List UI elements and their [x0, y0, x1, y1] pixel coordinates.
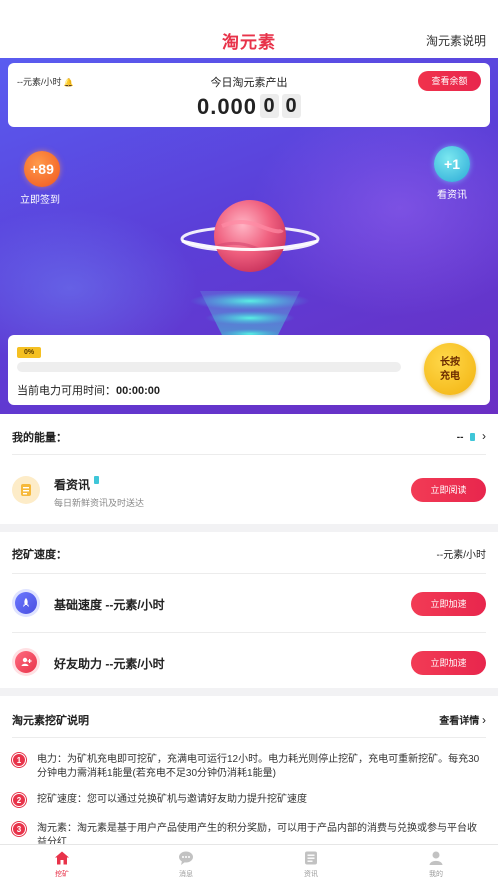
bottom-tab-bar: 挖矿 消息 资讯 我的 [0, 844, 498, 884]
tab-mining[interactable]: 挖矿 [32, 849, 92, 879]
chat-icon [156, 849, 216, 867]
page-title: 淘元素 [222, 33, 276, 52]
energy-value[interactable]: -- › [457, 429, 486, 443]
news-badge[interactable]: +1 [434, 146, 470, 182]
explain-title: 淘元素挖矿说明 [12, 715, 89, 727]
speed-section: 挖矿速度： --元素/小时 基础速度 --元素/小时 立即加速 好友助力 --元… [0, 532, 498, 688]
tab-label: 资讯 [304, 871, 318, 878]
power-progress-bar [17, 362, 401, 372]
mining-hero: --元素/小时 🔔 今日淘元素产出 0.000 0 0 查看余额 +89 立即签到 +… [0, 58, 498, 414]
checkin-badge[interactable]: +89 [24, 151, 60, 187]
user-icon [406, 849, 466, 867]
today-output-amount: 0.000 0 0 [8, 94, 490, 120]
amount-digit: 0 [260, 94, 280, 118]
base-speed-title: 基础速度 --元素/小时 [54, 598, 165, 612]
rocket-icon [12, 589, 40, 617]
divider [12, 454, 486, 455]
explain-item: 2 挖矿速度：您可以通过兑换矿机与邀请好友助力提升挖矿速度 [12, 793, 480, 807]
amount-digit: 0 [282, 94, 302, 118]
chevron-right-icon: › [482, 713, 486, 727]
speed-title: 挖矿速度： [12, 549, 67, 561]
divider [12, 573, 486, 574]
tab-label: 消息 [179, 871, 193, 878]
friend-icon [12, 648, 40, 676]
divider [12, 737, 486, 738]
boost-button[interactable]: 立即加速 [411, 651, 486, 675]
boost-button[interactable]: 立即加速 [411, 592, 486, 616]
energy-section: 我的能量： -- › 看资讯 每日新鲜资讯及时送达 立即阅读 [0, 414, 498, 524]
power-card: 0% 当前电力可用时间：00:00:00 长按 充电 [8, 335, 490, 405]
tab-messages[interactable]: 消息 [156, 849, 216, 879]
news-icon [281, 849, 341, 867]
power-available: 当前电力可用时间：00:00:00 [17, 385, 161, 397]
task-title: 看资讯 [54, 476, 100, 493]
battery-icon [94, 476, 100, 484]
power-available-time: 00:00:00 [116, 385, 161, 397]
item-text: 挖矿速度：您可以通过兑换矿机与邀请好友助力提升挖矿速度 [37, 794, 307, 805]
item-number: 3 [12, 822, 26, 836]
top-header: 淘元素 淘元素说明 [0, 0, 498, 58]
divider [12, 632, 486, 633]
chevron-right-icon: › [482, 429, 486, 443]
tab-profile[interactable]: 我的 [406, 849, 466, 879]
output-card: --元素/小时 🔔 今日淘元素产出 0.000 0 0 查看余额 [8, 63, 490, 127]
checkin-label[interactable]: 立即签到 [18, 191, 62, 206]
home-icon [32, 849, 92, 867]
friend-speed-title: 好友助力 --元素/小时 [54, 657, 165, 671]
explain-item: 1 电力：为矿机充电即可挖矿，充满电可运行12小时。电力耗光则停止挖矿，充电可重… [12, 753, 480, 781]
help-link[interactable]: 淘元素说明 [426, 32, 486, 49]
tab-label: 我的 [429, 871, 443, 878]
detail-link[interactable]: 查看详情 › [439, 712, 486, 727]
article-icon [12, 476, 40, 504]
view-balance-button[interactable]: 查看余额 [418, 71, 481, 91]
explain-item: 3 淘元素：淘元素是基于用户产品使用产生的积分奖励，可以用于产品内部的消费与兑换… [12, 822, 480, 844]
power-percent: 0% [17, 347, 41, 358]
tab-news[interactable]: 资讯 [281, 849, 341, 879]
checkin-bubble[interactable]: +89 立即签到 [20, 151, 62, 206]
battery-icon [470, 433, 476, 442]
news-bubble[interactable]: +1 看资讯 [432, 146, 472, 201]
read-now-button[interactable]: 立即阅读 [411, 478, 486, 502]
charge-button[interactable]: 长按 充电 [424, 343, 476, 395]
item-number: 1 [12, 753, 26, 767]
explain-section: 淘元素挖矿说明 查看详情 › 1 电力：为矿机充电即可挖矿，充满电可运行12小时… [0, 696, 498, 844]
task-subtitle: 每日新鲜资讯及时送达 [54, 498, 145, 508]
tab-label: 挖矿 [55, 871, 69, 878]
energy-title: 我的能量： [12, 432, 67, 444]
news-label[interactable]: 看资讯 [432, 186, 472, 201]
item-text: 电力：为矿机充电即可挖矿，充满电可运行12小时。电力耗光则停止挖矿，充电可重新挖… [37, 754, 480, 779]
item-number: 2 [12, 793, 26, 807]
speed-value: --元素/小时 [436, 550, 486, 561]
item-text: 淘元素：淘元素是基于用户产品使用产生的积分奖励，可以用于产品内部的消费与兑换或参… [37, 823, 477, 844]
planet-illustration [170, 196, 330, 346]
